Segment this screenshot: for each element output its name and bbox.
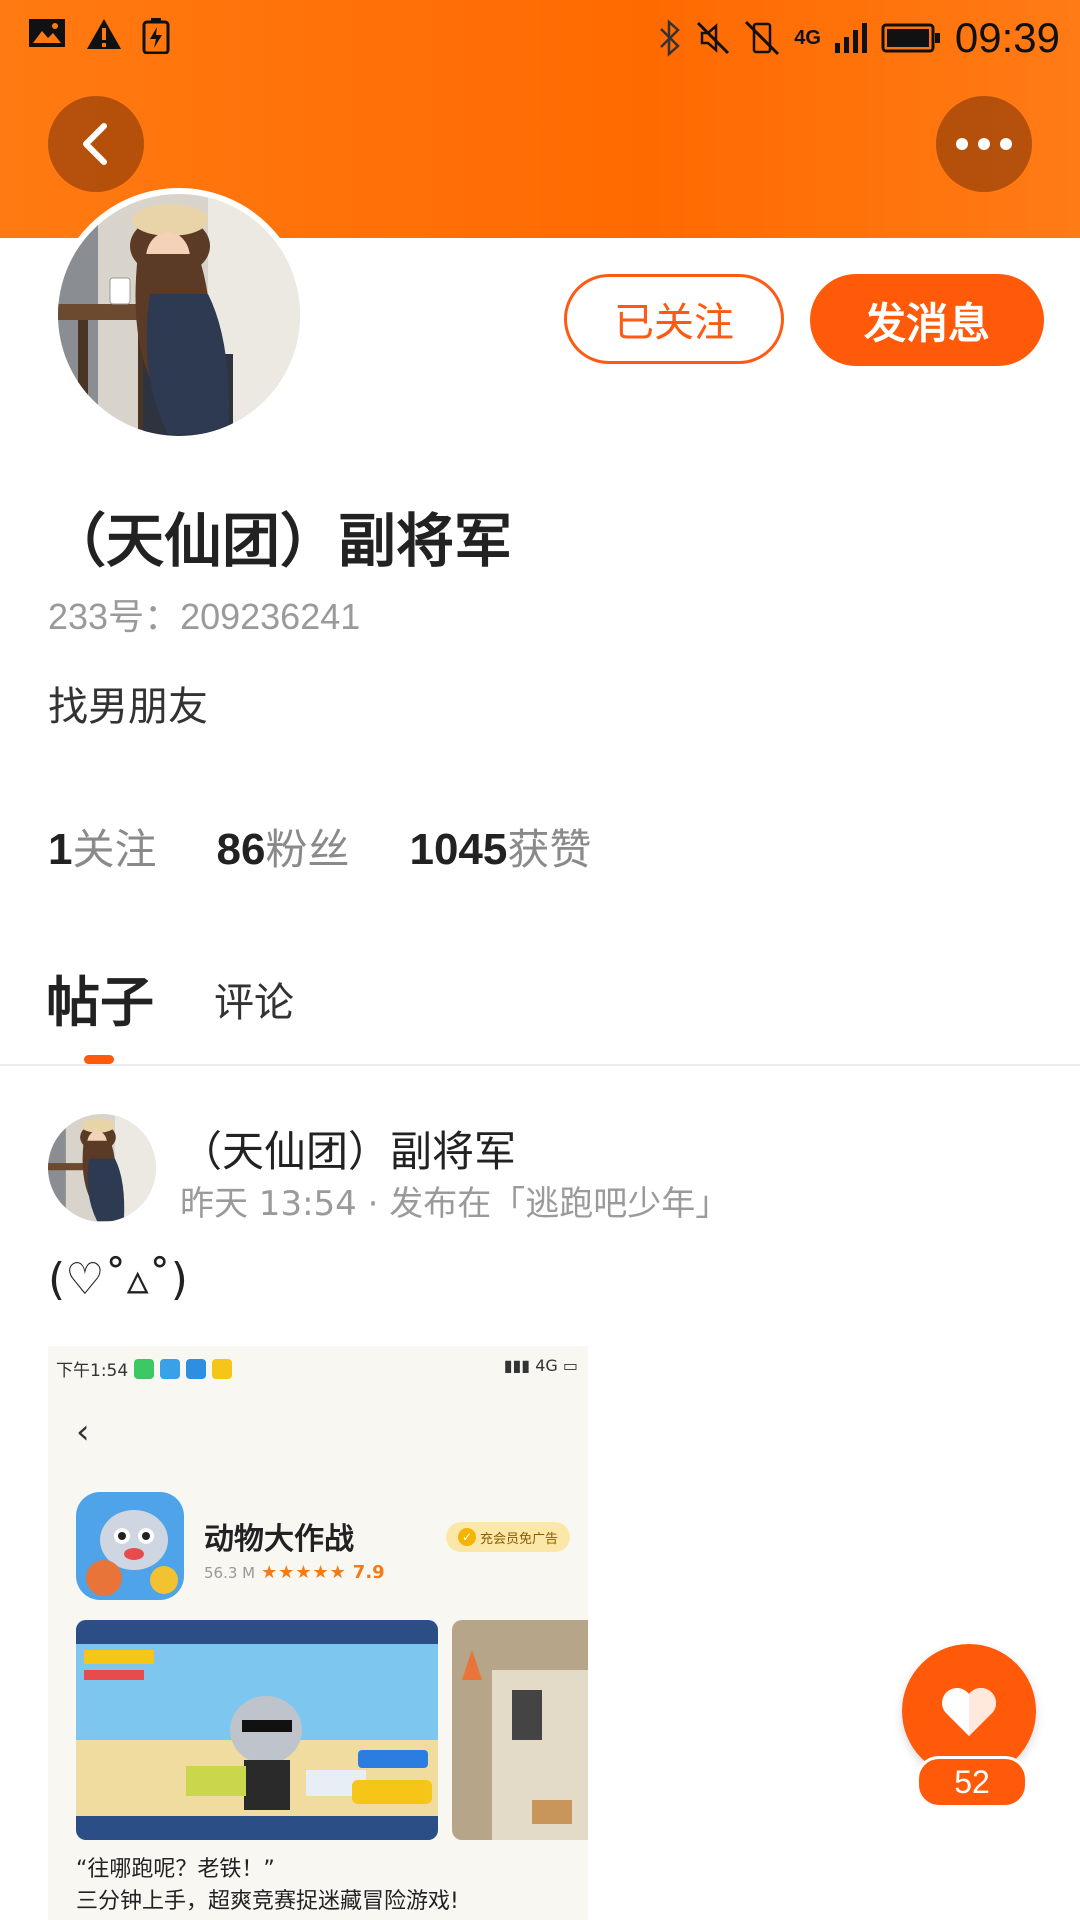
- embedded-description: “往哪跑呢？老铁！” 三分钟上手，超爽竞赛捉迷藏冒险游戏!: [76, 1854, 459, 1918]
- profile-name: （天仙团）副将军: [48, 507, 513, 575]
- more-dots-icon: [956, 138, 1012, 150]
- stat-likes-count: 1045: [409, 825, 508, 874]
- chevron-left-icon: [83, 123, 107, 165]
- back-button[interactable]: [48, 96, 144, 192]
- stat-following[interactable]: 1 关注: [48, 816, 157, 877]
- profile-bio: 找男朋友: [48, 684, 208, 730]
- vip-check-icon: ✓: [458, 1528, 476, 1546]
- tab-comments[interactable]: 评论: [214, 970, 294, 1028]
- avatar-illustration: [48, 1114, 156, 1222]
- embedded-quote-line-1: “往哪跑呢？老铁！”: [76, 1857, 275, 1882]
- embedded-app-icons: [134, 1358, 233, 1379]
- stat-likes[interactable]: 1045 获赞: [409, 816, 591, 877]
- battery-icon: [881, 23, 940, 53]
- network-type: 4G: [794, 26, 821, 49]
- embedded-game-screenshot-2: [452, 1620, 588, 1840]
- image-icon: [29, 19, 65, 47]
- embedded-status-right: ▮▮▮ 4G ▭: [504, 1356, 578, 1375]
- embedded-quote-line-2: 三分钟上手，超爽竞赛捉迷藏冒险游戏!: [76, 1889, 459, 1914]
- tabs-divider: [0, 1064, 1080, 1066]
- heart-icon: [942, 1688, 996, 1736]
- post-meta: 昨天 13:54 · 发布在「逃跑吧少年」: [180, 1184, 730, 1224]
- stat-fans-label: 粉丝: [265, 825, 350, 874]
- warning-icon: [87, 19, 121, 49]
- embedded-rating-stars: ★★★★★: [261, 1562, 347, 1583]
- stat-fans-count: 86: [216, 825, 266, 874]
- stat-fans[interactable]: 86 粉丝: [217, 816, 350, 877]
- embedded-signal-icon: ▮▮▮: [503, 1356, 531, 1375]
- stat-likes-label: 获赞: [507, 825, 592, 874]
- embedded-vip-text: 充会员免广告: [480, 1531, 559, 1547]
- profile-id: 233号：209236241: [48, 596, 361, 637]
- embedded-vip-badge: ✓ 充会员免广告: [446, 1522, 571, 1552]
- avatar-illustration: [58, 194, 300, 436]
- mute-icon: [697, 21, 730, 55]
- battery-saver-icon: [142, 18, 170, 54]
- no-vibrate-icon: [745, 20, 780, 56]
- embedded-battery-icon: ▭: [562, 1356, 578, 1375]
- embedded-app-icon: [76, 1492, 184, 1600]
- post-author-avatar[interactable]: [48, 1114, 156, 1222]
- active-tab-indicator: [84, 1055, 114, 1064]
- embedded-time: 下午1:54: [56, 1361, 129, 1381]
- send-message-button[interactable]: 发消息: [810, 274, 1044, 366]
- post-image[interactable]: 下午1:54 ▮▮▮ 4G ▭ ‹ 动物大作战 56.3 M ★★★★★ 7.9…: [48, 1346, 588, 1920]
- post-text: (♡˚▵˚): [48, 1254, 188, 1305]
- like-count: 52: [916, 1756, 1028, 1808]
- post-author-name[interactable]: （天仙团）副将军: [180, 1118, 516, 1179]
- embedded-app-meta: 56.3 M ★★★★★ 7.9: [204, 1562, 385, 1583]
- stat-following-label: 关注: [72, 825, 157, 874]
- tab-posts[interactable]: 帖子: [46, 958, 154, 1037]
- profile-stats: 1 关注 86 粉丝 1045 获赞: [48, 816, 651, 877]
- signal-icon: [834, 23, 867, 53]
- embedded-game-screenshot: [76, 1620, 438, 1840]
- embedded-network: 4G: [535, 1356, 558, 1375]
- embedded-rating-score: 7.9: [352, 1562, 385, 1583]
- stat-following-count: 1: [48, 825, 73, 874]
- profile-avatar[interactable]: [52, 188, 306, 442]
- more-button[interactable]: [936, 96, 1032, 192]
- followed-button[interactable]: 已关注: [564, 274, 784, 364]
- status-bar: 4G 09:39: [0, 0, 1080, 70]
- embedded-app-size: 56.3 M: [204, 1563, 256, 1582]
- status-time: 09:39: [954, 14, 1060, 61]
- bluetooth-icon: [660, 19, 681, 57]
- embedded-back-icon: ‹: [76, 1412, 90, 1452]
- embedded-status-bar: 下午1:54: [56, 1356, 233, 1381]
- embedded-app-title: 动物大作战: [204, 1522, 354, 1557]
